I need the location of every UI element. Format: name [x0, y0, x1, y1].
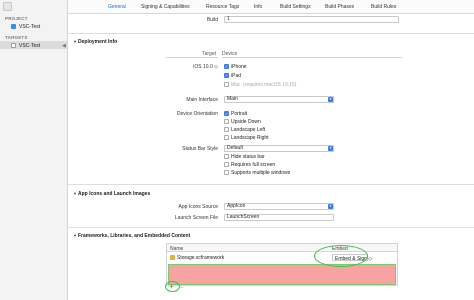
popup-arrow-icon: ▾ — [328, 97, 333, 102]
sidebar-item-project[interactable]: VSC-Test — [0, 22, 67, 30]
collapse-arrow-icon[interactable]: ◀ — [62, 43, 66, 49]
framework-name: Storage.xcframework — [177, 255, 225, 261]
hide-status-bar-checkbox[interactable] — [224, 154, 229, 159]
main-interface-value: Main — [227, 96, 238, 102]
landscape-left-label: Landscape Left — [231, 127, 266, 133]
requires-full-screen-label: Requires full screen — [231, 162, 276, 168]
main-interface-field[interactable]: Main ▾ — [224, 96, 334, 103]
iphone-checkbox[interactable]: ✓ — [224, 64, 229, 69]
divider — [68, 184, 474, 185]
disclosure-triangle-icon[interactable]: ▼ — [73, 233, 77, 238]
popup-arrow-icon: ▾ — [328, 146, 333, 151]
app-icons-source-popup[interactable]: AppIcon ▾ — [224, 203, 334, 210]
iphone-label: iPhone — [231, 64, 247, 70]
highlighted-drop-area — [168, 264, 396, 285]
app-icons-source-label: App Icons Source — [178, 204, 218, 210]
requires-full-screen-checkbox[interactable] — [224, 162, 229, 167]
mac-label: Mac — [231, 82, 241, 88]
framework-icon — [170, 255, 175, 260]
build-field[interactable]: 1 — [224, 16, 399, 23]
deployment-info-header: Deployment Info — [78, 39, 118, 45]
name-column-header: Name — [170, 245, 184, 252]
landscape-left-checkbox[interactable] — [224, 127, 229, 132]
portrait-label: Portrait — [231, 111, 248, 117]
build-label: Build — [206, 17, 218, 23]
status-bar-style-label: Status Bar Style — [182, 146, 218, 152]
tab-build-rules[interactable]: Build Rules — [371, 4, 396, 10]
popup-arrow-icon: ▾ — [328, 204, 333, 209]
hide-status-bar-label: Hide status bar — [231, 154, 265, 160]
tab-resource-tags[interactable]: Resource Tags — [206, 4, 239, 10]
tab-signing[interactable]: Signing & Capabilities — [141, 4, 190, 10]
upside-down-checkbox[interactable] — [224, 119, 229, 124]
tab-bar: General Signing & Capabilities Resource … — [68, 0, 474, 14]
ios-version-popup[interactable]: iOS 10.0 ◇ — [176, 64, 218, 70]
app-icons-header: App Icons and Launch Images — [78, 191, 151, 197]
landscape-right-checkbox[interactable] — [224, 135, 229, 140]
disclosure-triangle-icon[interactable]: ▼ — [73, 191, 77, 196]
mac-note: (requires macOS 10.15) — [243, 82, 297, 88]
remove-framework-button[interactable]: – — [178, 284, 185, 292]
status-bar-style-value: Default — [227, 145, 243, 151]
embed-highlight-ring — [314, 245, 368, 267]
disclosure-triangle-icon[interactable]: ▼ — [73, 39, 77, 44]
launch-screen-label: Launch Screen File — [174, 215, 218, 221]
upside-down-label: Upside Down — [231, 119, 261, 125]
sidebar-item-label: VSC-Test — [19, 42, 41, 49]
tab-build-phases[interactable]: Build Phases — [325, 4, 354, 10]
ipad-checkbox[interactable]: ✓ — [224, 73, 229, 78]
supports-multiple-windows-checkbox[interactable] — [224, 170, 229, 175]
app-icons-source-value: AppIcon — [227, 203, 246, 209]
target-column-header: Target — [166, 51, 218, 58]
sidebar-toggle-icon[interactable] — [3, 2, 12, 11]
targets-header: TARGETS — [5, 35, 28, 40]
frameworks-header: Frameworks, Libraries, and Embedded Cont… — [78, 233, 191, 239]
target-icon — [11, 42, 16, 48]
device-column-header: Device — [222, 51, 402, 58]
status-bar-style-popup[interactable]: Default ▾ — [224, 145, 334, 152]
project-header: PROJECT — [5, 16, 28, 21]
mac-checkbox[interactable] — [224, 82, 229, 87]
tab-build-settings[interactable]: Build Settings — [280, 4, 311, 10]
sidebar-item-label: VSC-Test — [19, 23, 41, 30]
sidebar-item-target[interactable]: VSC-Test — [0, 41, 67, 49]
divider — [68, 33, 474, 34]
sidebar: PROJECT VSC-Test TARGETS VSC-Test ◀ — [0, 0, 68, 300]
project-icon — [11, 23, 16, 29]
device-orientation-label: Device Orientation — [176, 111, 218, 117]
landscape-right-label: Landscape Right — [231, 135, 269, 141]
launch-screen-field[interactable]: LaunchScreen — [224, 214, 334, 221]
ipad-label: iPad — [231, 73, 242, 79]
main-interface-label: Main Interface — [186, 97, 218, 103]
supports-multiple-windows-label: Supports multiple windows — [231, 170, 291, 176]
tab-general[interactable]: General — [108, 4, 126, 10]
add-framework-button[interactable]: + — [168, 284, 175, 292]
tab-info[interactable]: Info — [254, 4, 262, 10]
portrait-checkbox[interactable]: ✓ — [224, 111, 229, 116]
divider — [68, 227, 474, 228]
